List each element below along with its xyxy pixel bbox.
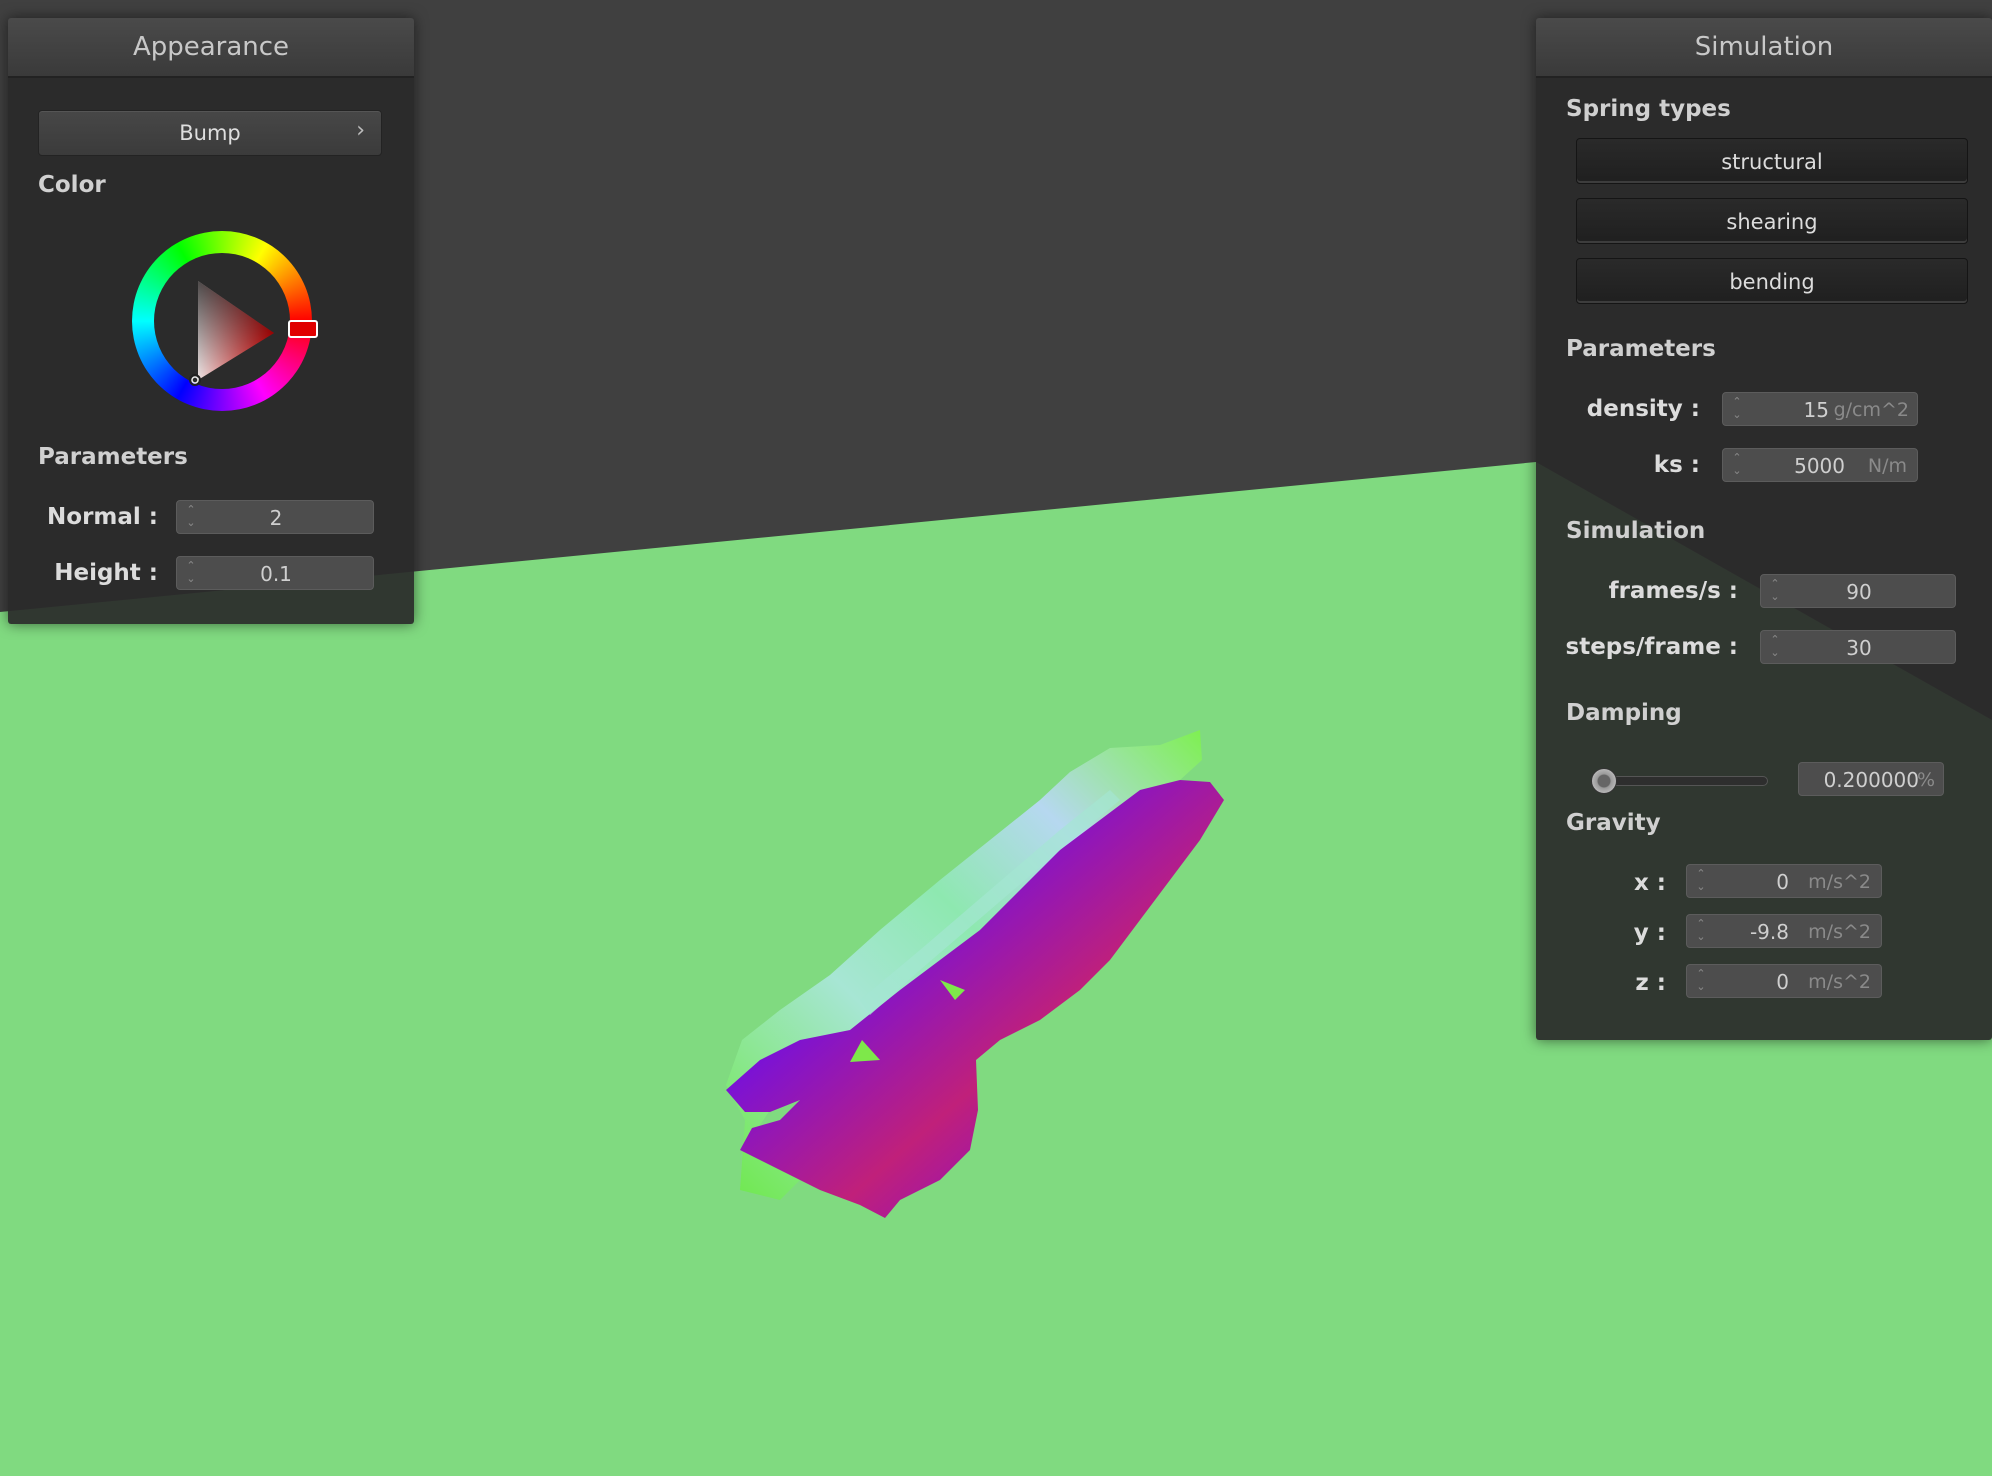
gravity-x-input[interactable]: ⌃ ⌄ 0 m/s^2 [1686,864,1882,898]
height-label: Height : [54,560,158,586]
spring-types-title: Spring types [1566,96,1731,122]
normal-input[interactable]: ⌃ ⌄ 2 [176,500,374,534]
steps-per-frame-input[interactable]: ⌃ ⌄ 30 [1760,630,1956,664]
color-wheel-icon[interactable] [124,223,320,419]
gravity-z-value: 0 [1776,970,1789,994]
spinner-arrows-icon[interactable]: ⌃ ⌄ [1695,967,1707,993]
ks-value: 5000 [1794,454,1845,478]
density-label: density : [1586,396,1700,422]
spring-structural-button[interactable]: structural [1576,138,1968,184]
shader-select-value: Bump [179,121,241,145]
spring-shearing-button[interactable]: shearing [1576,198,1968,244]
gravity-y-value: -9.8 [1749,920,1789,944]
fps-label: frames/s : [1608,578,1738,604]
ks-unit: N/m [1867,455,1907,477]
gravity-x-unit: m/s^2 [1808,871,1871,893]
normal-label: Normal : [47,504,158,530]
damping-slider-track[interactable] [1592,776,1768,786]
simulation-parameters-title: Parameters [1566,336,1716,362]
spinner-arrows-icon[interactable]: ⌃ ⌄ [1695,917,1707,943]
appearance-panel-title[interactable]: Appearance [8,18,414,78]
gravity-y-label: y : [1633,920,1666,946]
hue-ring-handle[interactable] [288,320,318,338]
spinner-arrows-icon[interactable]: ⌃ ⌄ [1731,451,1743,477]
height-value: 0.1 [260,562,292,586]
ks-label: ks : [1653,452,1700,478]
spinner-arrows-icon[interactable]: ⌃ ⌄ [1731,395,1743,421]
damping-title: Damping [1566,700,1682,726]
color-section-title: Color [38,172,106,198]
gravity-x-label: x : [1633,870,1666,896]
simulation-section-title: Simulation [1566,518,1706,544]
damping-slider-handle[interactable] [1591,768,1617,794]
shader-select[interactable]: Bump › [38,110,382,156]
gravity-z-input[interactable]: ⌃ ⌄ 0 m/s^2 [1686,964,1882,998]
normal-value: 2 [269,506,283,530]
height-input[interactable]: ⌃ ⌄ 0.1 [176,556,374,590]
simulation-panel-title[interactable]: Simulation [1536,18,1992,78]
fps-value: 90 [1846,580,1872,604]
gravity-y-unit: m/s^2 [1808,921,1871,943]
spring-bending-button[interactable]: bending [1576,258,1968,304]
gravity-x-value: 0 [1776,870,1789,894]
ks-input[interactable]: ⌃ ⌄ 5000 N/m [1722,448,1918,482]
gravity-z-label: z : [1635,970,1666,996]
density-value: 15 [1803,398,1829,422]
damping-input[interactable]: 0.200000 % [1798,762,1944,796]
density-input[interactable]: ⌃ ⌄ 15 g/cm^2 [1722,392,1918,426]
steps-per-frame-value: 30 [1846,636,1872,660]
appearance-panel: Appearance Bump › Color Parameters Norma… [8,18,414,624]
appearance-parameters-title: Parameters [38,444,188,470]
spinner-arrows-icon[interactable]: ⌃ ⌄ [1695,867,1707,893]
chevron-right-icon: › [356,118,365,143]
gravity-y-input[interactable]: ⌃ ⌄ -9.8 m/s^2 [1686,914,1882,948]
damping-value: 0.200000 [1823,768,1919,792]
fps-input[interactable]: ⌃ ⌄ 90 [1760,574,1956,608]
gravity-title: Gravity [1566,810,1661,836]
density-unit: g/cm^2 [1833,399,1909,421]
simulation-panel: Simulation Spring types structural shear… [1536,18,1992,1040]
color-triangle[interactable] [124,223,320,419]
gravity-z-unit: m/s^2 [1808,971,1871,993]
damping-unit: % [1916,769,1935,791]
steps-per-frame-label: steps/frame : [1565,634,1738,660]
